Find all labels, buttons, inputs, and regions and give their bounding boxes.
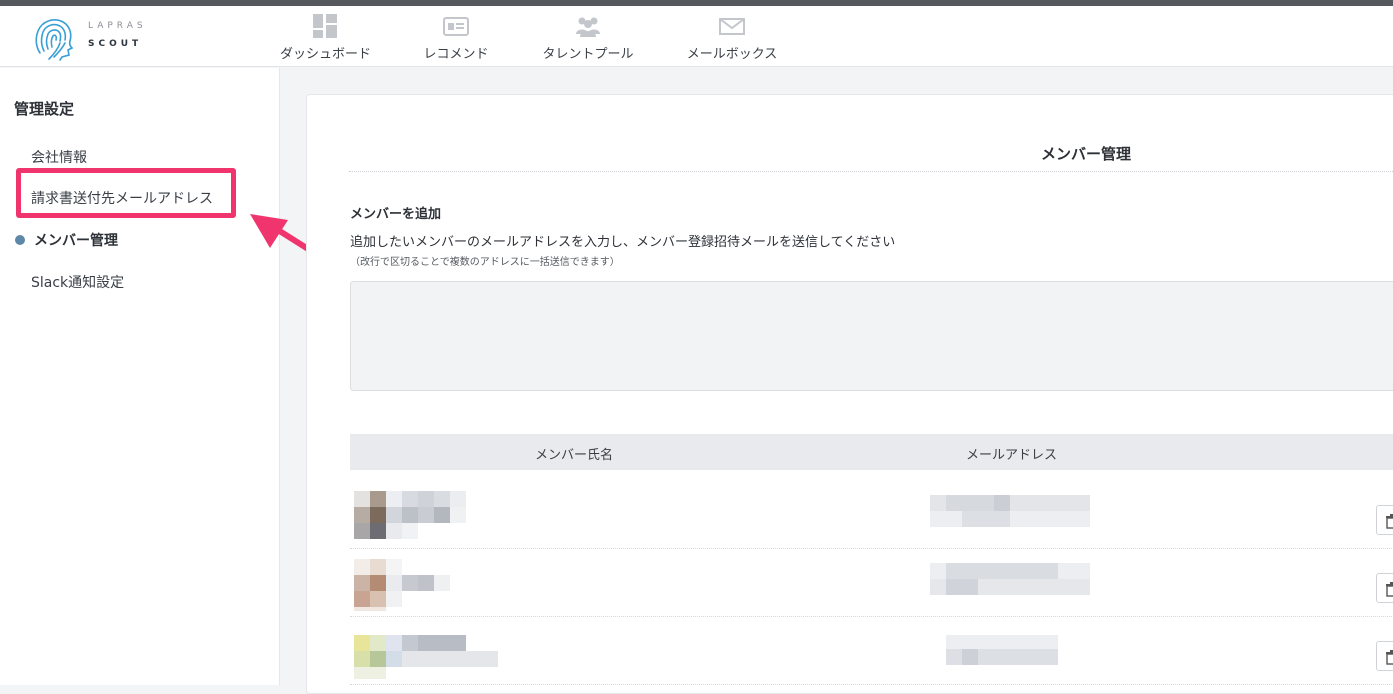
- member-email-redacted: [930, 563, 1090, 601]
- column-header-name: メンバー氏名: [535, 448, 614, 463]
- nav-label: タレントプール: [542, 47, 634, 62]
- member-email-textarea[interactable]: [350, 281, 1393, 391]
- brand-logo[interactable]: LAPRAS SCOUT: [32, 13, 172, 63]
- id-card-icon: [443, 17, 469, 36]
- nav-item-dashboard[interactable]: ダッシュボード: [280, 14, 372, 66]
- member-name-redacted: [354, 559, 514, 611]
- table-row: [350, 549, 1393, 617]
- table-row: [350, 481, 1393, 549]
- add-member-heading: メンバーを追加: [350, 207, 442, 222]
- add-member-description: 追加したいメンバーのメールアドレスを入力し、メンバー登録招待メールを送信してくだ…: [350, 235, 896, 250]
- envelope-icon: [719, 18, 745, 35]
- nav-item-mailbox[interactable]: メールボックス: [686, 14, 778, 66]
- member-name-redacted: [354, 627, 514, 679]
- member-name-redacted: [354, 491, 514, 543]
- trash-icon: [1386, 582, 1393, 597]
- delete-member-button[interactable]: [1376, 641, 1393, 671]
- sidebar-title: 管理設定: [14, 100, 75, 118]
- column-header-email: メールアドレス: [966, 448, 1058, 463]
- delete-member-button[interactable]: [1376, 573, 1393, 603]
- trash-icon: [1386, 514, 1393, 529]
- member-management-card: メンバー管理 メンバーを追加 追加したいメンバーのメールアドレスを入力し、メンバ…: [306, 94, 1393, 694]
- page-title: メンバー管理: [1041, 145, 1132, 163]
- users-icon: [576, 17, 600, 37]
- delete-member-button[interactable]: [1376, 505, 1393, 535]
- brand-name-line2: SCOUT: [88, 39, 143, 49]
- member-table-header: メンバー氏名 メールアドレス: [350, 434, 1393, 470]
- active-indicator-dot: [15, 235, 25, 245]
- nav-label: ダッシュボード: [280, 47, 372, 62]
- table-row: [350, 617, 1393, 685]
- title-divider: [349, 171, 1393, 172]
- brand-name-line1: LAPRAS: [88, 21, 147, 31]
- trash-icon: [1386, 650, 1393, 665]
- fingerprint-head-icon: [35, 19, 74, 61]
- add-member-note: （改行で区切ることで複数のアドレスに一括送信できます）: [350, 257, 620, 268]
- nav-item-talent-pool[interactable]: タレントプール: [542, 14, 634, 66]
- nav-item-recommend[interactable]: レコメンド: [420, 14, 492, 66]
- nav-label: レコメンド: [423, 47, 489, 62]
- sidebar-item-company-info[interactable]: 会社情報: [31, 147, 87, 167]
- sidebar-item-member-management[interactable]: メンバー管理: [34, 230, 118, 250]
- member-email-redacted: [930, 631, 1090, 669]
- app-header: LAPRAS SCOUT ダッシュボード レコメンド タレントプール メールボッ…: [0, 6, 1393, 67]
- member-email-redacted: [930, 495, 1090, 533]
- dashboard-grid-icon: [313, 14, 337, 38]
- highlight-annotation-box: [16, 168, 236, 218]
- settings-sidebar: 管理設定 会社情報 請求書送付先メールアドレス メンバー管理 Slack通知設定: [0, 68, 280, 685]
- nav-label: メールボックス: [686, 47, 778, 62]
- sidebar-item-slack-notification[interactable]: Slack通知設定: [31, 272, 124, 292]
